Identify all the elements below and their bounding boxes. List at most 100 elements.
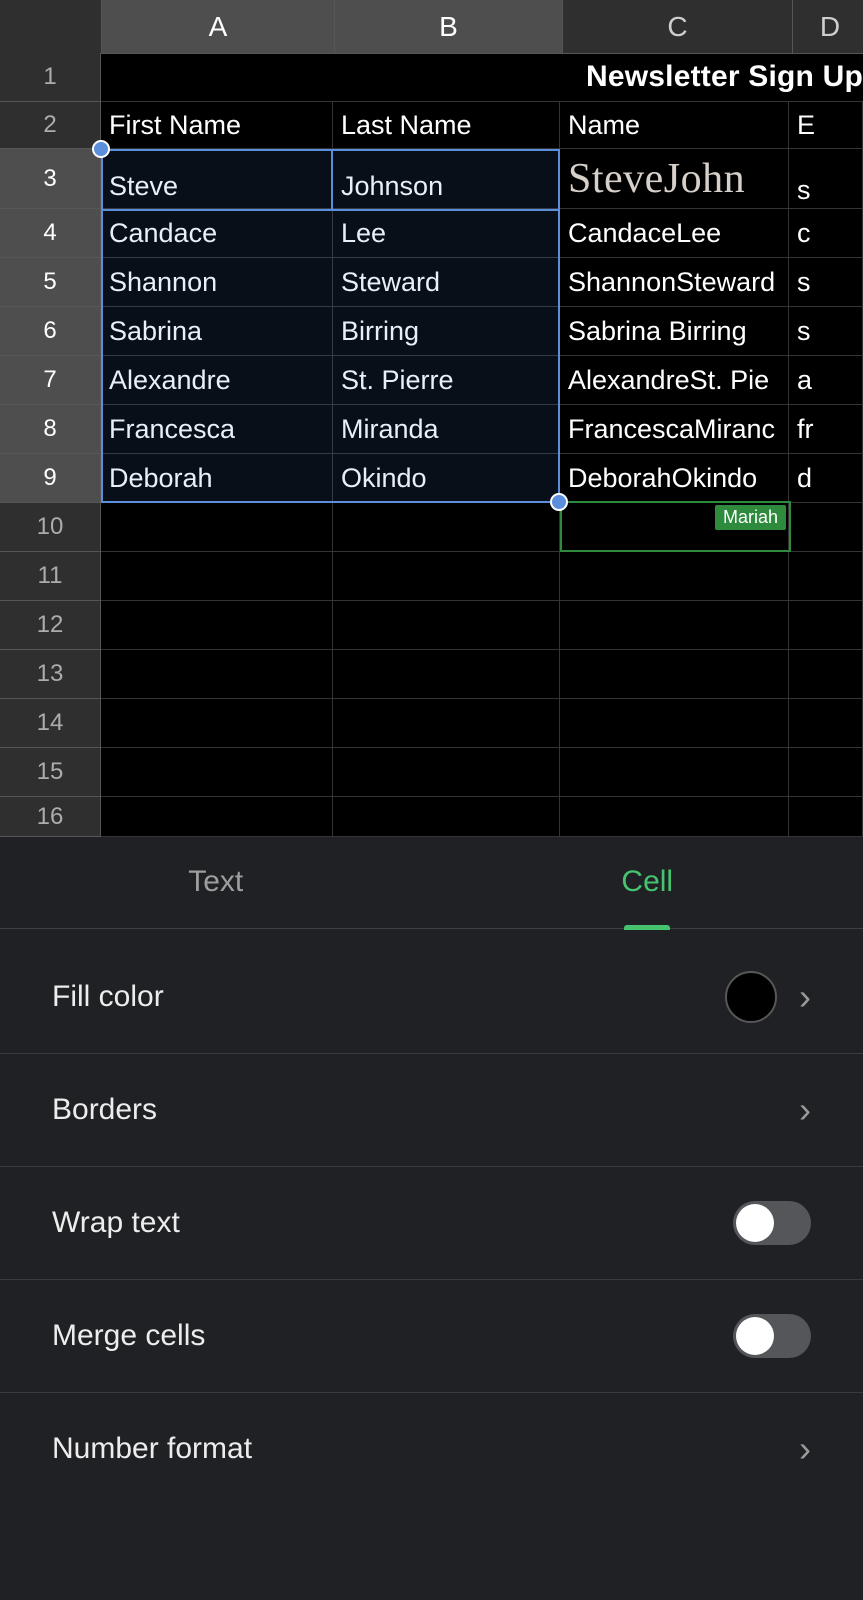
row-5: Shannon Steward ShannonSteward s — [101, 258, 863, 307]
row-header-4[interactable]: 4 — [0, 209, 101, 258]
cell-A15[interactable] — [101, 748, 333, 797]
row-header-5[interactable]: 5 — [0, 258, 101, 307]
cell-A2[interactable]: First Name — [101, 102, 333, 149]
cell-D5[interactable]: s — [789, 258, 863, 307]
cell-A7[interactable]: Alexandre — [101, 356, 333, 405]
cell-C15[interactable] — [560, 748, 789, 797]
select-all-corner[interactable] — [0, 0, 102, 54]
row-header-9[interactable]: 9 — [0, 454, 101, 503]
cell-B4[interactable]: Lee — [333, 209, 560, 258]
chevron-right-icon: › — [799, 1431, 811, 1467]
row-header-16[interactable]: 16 — [0, 797, 101, 837]
row-14 — [101, 699, 863, 748]
cell-B2[interactable]: Last Name — [333, 102, 560, 149]
option-merge-cells[interactable]: Merge cells — [0, 1280, 863, 1393]
cell-A10[interactable] — [101, 503, 333, 552]
cell-B5[interactable]: Steward — [333, 258, 560, 307]
cell-C2[interactable]: Name — [560, 102, 789, 149]
cell-B6[interactable]: Birring — [333, 307, 560, 356]
option-number-format[interactable]: Number format › — [0, 1393, 863, 1505]
row-header-1[interactable]: 1 — [0, 53, 101, 102]
cell-C10[interactable] — [560, 503, 789, 552]
cell-D2[interactable]: E — [789, 102, 863, 149]
option-borders[interactable]: Borders › — [0, 1054, 863, 1167]
row-header-2[interactable]: 2 — [0, 102, 101, 149]
cell-A16[interactable] — [101, 797, 333, 837]
cell-B8[interactable]: Miranda — [333, 405, 560, 454]
row-header-10[interactable]: 10 — [0, 503, 101, 552]
cell-A4[interactable]: Candace — [101, 209, 333, 258]
cell-D11[interactable] — [789, 552, 863, 601]
cell-D13[interactable] — [789, 650, 863, 699]
cell-D6[interactable]: s — [789, 307, 863, 356]
cell-A5[interactable]: Shannon — [101, 258, 333, 307]
cell-C6[interactable]: Sabrina Birring — [560, 307, 789, 356]
cell-D16[interactable] — [789, 797, 863, 837]
cell-D7[interactable]: a — [789, 356, 863, 405]
cell-C9[interactable]: DeborahOkindo — [560, 454, 789, 503]
row-8: Francesca Miranda FrancescaMiranc fr — [101, 405, 863, 454]
cell-B13[interactable] — [333, 650, 560, 699]
cell-A11[interactable] — [101, 552, 333, 601]
cell-C12[interactable] — [560, 601, 789, 650]
cell-A12[interactable] — [101, 601, 333, 650]
cell-C16[interactable] — [560, 797, 789, 837]
cell-B3[interactable]: Johnson — [333, 149, 560, 209]
cell-B11[interactable] — [333, 552, 560, 601]
row-header-7[interactable]: 7 — [0, 356, 101, 405]
cell-C7[interactable]: AlexandreSt. Pie — [560, 356, 789, 405]
toggle-wrap-text[interactable] — [733, 1201, 811, 1245]
cell-C13[interactable] — [560, 650, 789, 699]
spreadsheet-area[interactable]: A B C D 1 2 3 4 5 6 7 8 9 10 11 12 13 14… — [0, 0, 863, 836]
cell-A9[interactable]: Deborah — [101, 454, 333, 503]
row-header-13[interactable]: 13 — [0, 650, 101, 699]
cell-B12[interactable] — [333, 601, 560, 650]
option-wrap-text[interactable]: Wrap text — [0, 1167, 863, 1280]
row-header-12[interactable]: 12 — [0, 601, 101, 650]
cell-B14[interactable] — [333, 699, 560, 748]
cell-D9[interactable]: d — [789, 454, 863, 503]
cell-B15[interactable] — [333, 748, 560, 797]
cell-D8[interactable]: fr — [789, 405, 863, 454]
column-header-D[interactable]: D — [793, 0, 863, 54]
row-header-11[interactable]: 11 — [0, 552, 101, 601]
row-header-3[interactable]: 3 — [0, 149, 101, 209]
cell-A8[interactable]: Francesca — [101, 405, 333, 454]
cell-B9[interactable]: Okindo — [333, 454, 560, 503]
cell-D15[interactable] — [789, 748, 863, 797]
column-header-C[interactable]: C — [563, 0, 793, 54]
row-header-8[interactable]: 8 — [0, 405, 101, 454]
cell-B10[interactable] — [333, 503, 560, 552]
cell-C4[interactable]: CandaceLee — [560, 209, 789, 258]
chevron-right-icon: › — [799, 979, 811, 1015]
cell-B7[interactable]: St. Pierre — [333, 356, 560, 405]
cell-D14[interactable] — [789, 699, 863, 748]
row-header-14[interactable]: 14 — [0, 699, 101, 748]
cell-B16[interactable] — [333, 797, 560, 837]
cell-C14[interactable] — [560, 699, 789, 748]
tab-cell[interactable]: Cell — [432, 836, 863, 928]
row-header-15[interactable]: 15 — [0, 748, 101, 797]
cell-A3[interactable]: Steve — [101, 149, 333, 209]
cell-D4[interactable]: c — [789, 209, 863, 258]
toggle-merge-cells[interactable] — [733, 1314, 811, 1358]
cell-A14[interactable] — [101, 699, 333, 748]
tab-text[interactable]: Text — [0, 836, 432, 928]
cell-A6[interactable]: Sabrina — [101, 307, 333, 356]
option-fill-color[interactable]: Fill color › — [0, 941, 863, 1054]
cell-D12[interactable] — [789, 601, 863, 650]
column-header-A[interactable]: A — [102, 0, 335, 54]
row-11 — [101, 552, 863, 601]
label-number-format: Number format — [52, 1432, 799, 1466]
cell-D3[interactable]: s — [789, 149, 863, 209]
cell-C8[interactable]: FrancescaMiranc — [560, 405, 789, 454]
cell-D10[interactable] — [789, 503, 863, 552]
cell-C3[interactable]: SteveJohn — [560, 149, 789, 209]
row-header-6[interactable]: 6 — [0, 307, 101, 356]
cell-grid[interactable]: Newsletter Sign Up First Name Last Name … — [101, 53, 863, 836]
cell-C5[interactable]: ShannonSteward — [560, 258, 789, 307]
column-header-B[interactable]: B — [335, 0, 563, 54]
cell-title[interactable]: Newsletter Sign Up — [101, 53, 863, 102]
cell-C11[interactable] — [560, 552, 789, 601]
cell-A13[interactable] — [101, 650, 333, 699]
